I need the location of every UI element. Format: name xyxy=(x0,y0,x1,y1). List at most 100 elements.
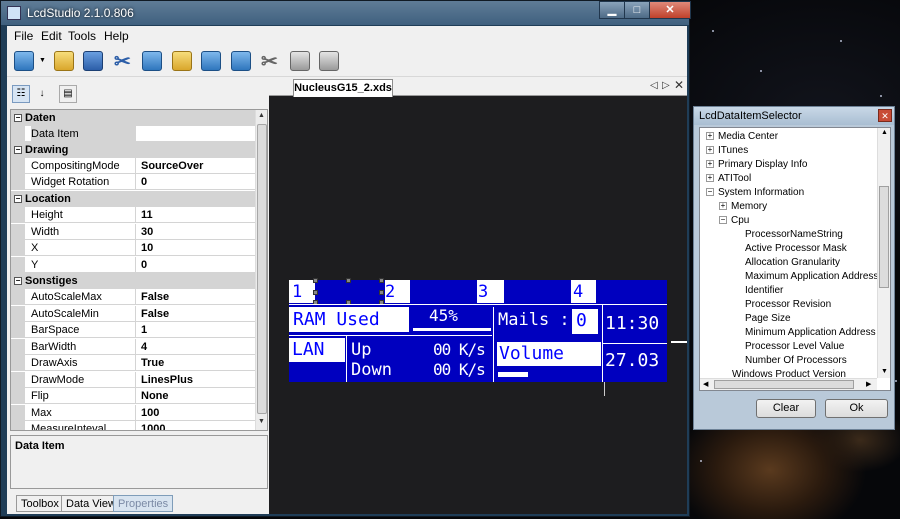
scroll-down-icon[interactable]: ▼ xyxy=(258,418,265,425)
tree-expander-icon[interactable]: + xyxy=(706,132,714,141)
scroll-up-icon[interactable]: ▲ xyxy=(881,129,888,136)
scroll-left-icon[interactable]: ◀ xyxy=(703,380,708,388)
property-value[interactable]: 0 xyxy=(135,257,255,272)
scroll-thumb[interactable] xyxy=(879,186,889,288)
scroll-thumb[interactable] xyxy=(714,380,854,389)
collapse-icon[interactable]: − xyxy=(14,146,22,154)
save-icon[interactable] xyxy=(83,51,103,71)
tree-expander-icon[interactable]: − xyxy=(719,216,727,225)
property-value[interactable]: SourceOver xyxy=(135,158,255,173)
maximize-button[interactable]: □ xyxy=(624,1,650,19)
scroll-up-icon[interactable]: ▲ xyxy=(258,112,265,119)
property-value[interactable]: False xyxy=(135,289,255,304)
category-drawing[interactable]: − Drawing xyxy=(11,142,255,158)
tree-expander-icon[interactable]: + xyxy=(706,160,714,169)
vertical-scrollbar[interactable]: ▲ ▼ xyxy=(255,110,267,430)
open-folder-icon[interactable] xyxy=(54,51,74,71)
property-row[interactable]: BarWidth 4 xyxy=(11,339,255,355)
property-value[interactable]: False xyxy=(135,306,255,321)
property-row[interactable]: DrawAxis True xyxy=(11,355,255,371)
menu-edit[interactable]: Edit xyxy=(41,29,62,43)
collapse-icon[interactable]: − xyxy=(14,277,22,285)
menu-file[interactable]: File xyxy=(14,29,33,43)
category-location[interactable]: − Location xyxy=(11,191,255,207)
tab-data-view[interactable]: Data View xyxy=(61,495,121,512)
property-row[interactable]: AutoScaleMin False xyxy=(11,306,255,322)
tree-horizontal-scrollbar[interactable]: ◀ ▶ xyxy=(700,378,877,390)
new-page-icon[interactable] xyxy=(14,51,34,71)
tree-expander-icon[interactable]: + xyxy=(719,202,727,211)
tree-item[interactable]: Identifier xyxy=(732,284,783,298)
tree-item[interactable]: Processor Revision xyxy=(732,298,831,312)
property-pages-icon[interactable]: ▤ xyxy=(59,85,77,103)
property-value[interactable]: True xyxy=(135,355,255,370)
lcd-canvas[interactable]: 1 2 3 4 RAM Used 45% Mails: 0 11:30 LAN… xyxy=(289,278,667,382)
close-tab-icon[interactable]: ✕ xyxy=(674,78,684,92)
property-value[interactable]: 1000 xyxy=(135,421,255,430)
property-value[interactable]: 30 xyxy=(135,224,255,239)
tree-item[interactable]: − Cpu xyxy=(719,214,749,228)
printer-icon[interactable] xyxy=(290,51,310,71)
cut-icon[interactable]: ✂ xyxy=(114,49,131,74)
page-icon[interactable] xyxy=(231,51,251,71)
tree-item[interactable]: + Memory xyxy=(719,200,767,214)
menu-tools[interactable]: Tools xyxy=(68,29,96,43)
property-row[interactable]: Y 0 xyxy=(11,257,255,273)
property-row[interactable]: Widget Rotation 0 xyxy=(11,174,255,190)
tab-properties[interactable]: Properties xyxy=(113,495,174,512)
property-value[interactable]: 1 xyxy=(135,322,255,337)
close-button[interactable]: ✕ xyxy=(649,1,691,19)
property-value[interactable]: LinesPlus xyxy=(135,372,255,387)
property-row[interactable]: Max 100 xyxy=(11,405,255,421)
tree-item[interactable]: − System Information xyxy=(706,186,804,200)
scroll-thumb[interactable] xyxy=(257,124,267,414)
property-row[interactable]: MeasureInteval 1000 xyxy=(11,421,255,430)
selection-handle[interactable] xyxy=(313,278,318,283)
scroll-down-icon[interactable]: ▼ xyxy=(881,368,888,375)
tree-item[interactable]: + Primary Display Info xyxy=(706,158,807,172)
tree-expander-icon[interactable]: − xyxy=(706,188,714,197)
tree-item[interactable]: + ITunes xyxy=(706,144,748,158)
selector-titlebar[interactable]: LcdDataItemSelector ✕ xyxy=(694,107,894,125)
dropdown-icon[interactable]: ▼ xyxy=(39,57,46,64)
categorized-icon[interactable]: ☷ xyxy=(12,85,30,103)
property-value[interactable]: 10 xyxy=(135,240,255,255)
tree-item[interactable]: ProcessorNameString xyxy=(732,228,843,242)
tab-toolbox[interactable]: Toolbox xyxy=(16,495,64,512)
category-sonstiges[interactable]: − Sonstiges xyxy=(11,273,255,289)
tree-item[interactable]: + ATITool xyxy=(706,172,751,186)
property-row[interactable]: DrawMode LinesPlus xyxy=(11,372,255,388)
collapse-icon[interactable]: − xyxy=(14,195,22,203)
property-row[interactable]: CompositingMode SourceOver xyxy=(11,158,255,174)
property-value[interactable]: 0 xyxy=(135,174,255,189)
property-value[interactable]: 100 xyxy=(135,405,255,420)
property-row[interactable]: Flip None xyxy=(11,388,255,404)
property-value[interactable]: None xyxy=(135,388,255,403)
tree-expander-icon[interactable]: + xyxy=(706,174,714,183)
collapse-icon[interactable]: − xyxy=(14,114,22,122)
tab-left-icon[interactable]: ◁ xyxy=(650,80,658,91)
alphabetical-sort-icon[interactable]: ↓ xyxy=(33,85,51,103)
copy-icon[interactable] xyxy=(142,51,162,71)
selection-handle[interactable] xyxy=(379,278,384,283)
property-value[interactable]: 11 xyxy=(135,207,255,222)
minimize-button[interactable]: ▁ xyxy=(599,1,625,19)
tree-item[interactable]: Page Size xyxy=(732,312,791,326)
selector-close-button[interactable]: ✕ xyxy=(878,109,892,122)
document-tab[interactable]: NucleusG15_2.xds xyxy=(293,79,393,97)
category-daten[interactable]: − Daten xyxy=(11,110,255,126)
selection-handle[interactable] xyxy=(346,278,351,283)
tree-vertical-scrollbar[interactable]: ▲ ▼ xyxy=(877,128,890,378)
camera-icon[interactable] xyxy=(319,51,339,71)
tab-right-icon[interactable]: ▷ xyxy=(662,80,670,91)
property-row[interactable]: X 10 xyxy=(11,240,255,256)
tree-item[interactable]: Active Processor Mask xyxy=(732,242,847,256)
property-row[interactable]: AutoScaleMax False xyxy=(11,289,255,305)
property-row[interactable]: Width 30 xyxy=(11,224,255,240)
tree-item[interactable]: Number Of Processors xyxy=(732,354,847,368)
property-value[interactable] xyxy=(135,126,255,141)
tree-item[interactable]: + Media Center xyxy=(706,130,778,144)
selection-handle[interactable] xyxy=(379,290,384,295)
property-row[interactable]: Height 11 xyxy=(11,207,255,223)
tree-expander-icon[interactable]: + xyxy=(706,146,714,155)
